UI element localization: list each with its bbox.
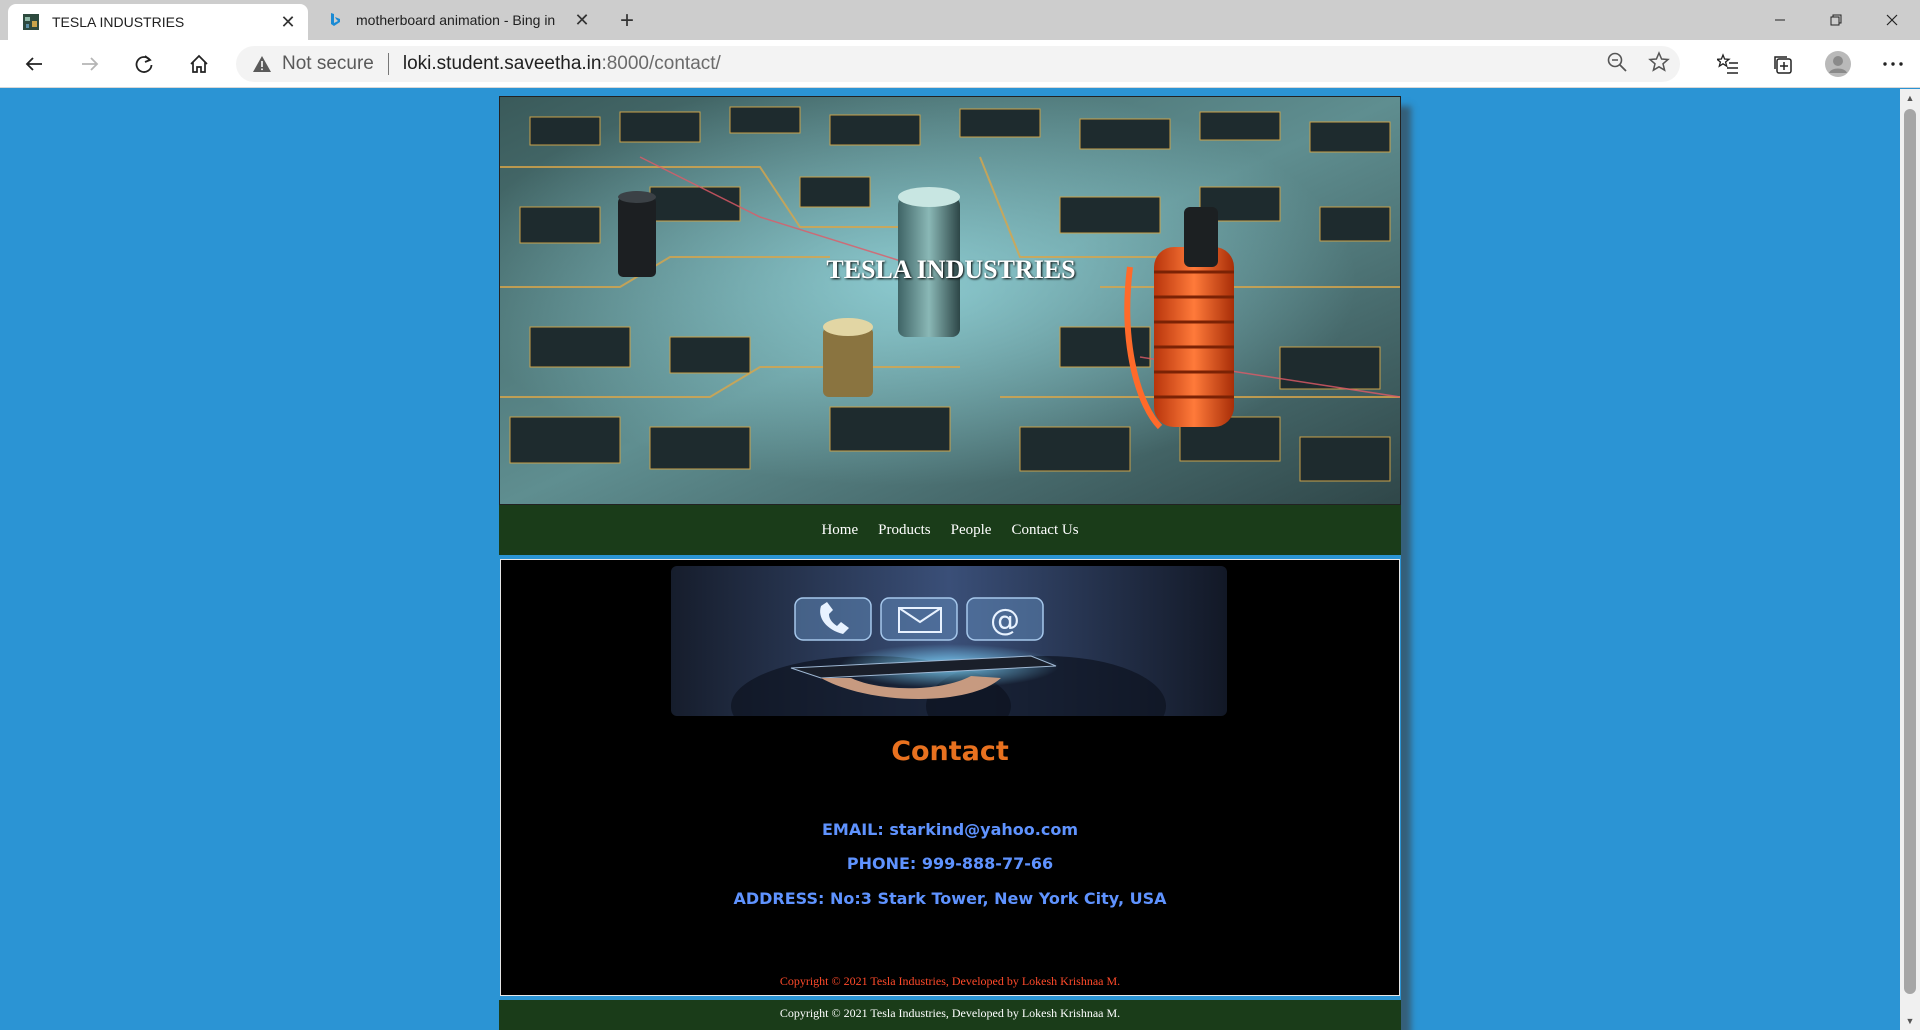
new-tab-icon[interactable]: + xyxy=(612,6,642,36)
contact-content: @ Contact EMAIL: starkind@yahoo.com PHON… xyxy=(500,559,1400,996)
email-text: EMAIL: starkind@yahoo.com xyxy=(821,820,1078,839)
toolbar-right-actions xyxy=(1700,46,1920,82)
svg-text:@: @ xyxy=(990,603,1020,638)
tab-title: motherboard animation - Bing in xyxy=(356,12,556,28)
profile-avatar-icon[interactable] xyxy=(1810,46,1865,82)
tab-bing-search[interactable]: motherboard animation - Bing in ✕ xyxy=(312,0,602,40)
main-navigation: Home Products People Contact Us xyxy=(499,505,1401,555)
tab-close-icon[interactable]: ✕ xyxy=(274,8,302,36)
vertical-scrollbar[interactable]: ▲ ▼ xyxy=(1900,89,1920,1030)
header-banner: TESLA INDUSTRIES xyxy=(499,96,1401,505)
security-label[interactable]: Not secure xyxy=(282,53,374,75)
nav-products[interactable]: Products xyxy=(878,522,931,539)
forward-icon[interactable] xyxy=(72,46,108,82)
address-bar-actions xyxy=(1606,46,1670,82)
nav-contact-us[interactable]: Contact Us xyxy=(1011,522,1078,539)
favorite-star-icon[interactable] xyxy=(1648,50,1670,78)
window-controls xyxy=(1752,0,1920,40)
collections-icon[interactable] xyxy=(1755,46,1810,82)
footer-copyright: Copyright © 2021 Tesla Industries, Devel… xyxy=(779,1006,1121,1020)
address-text: ADDRESS: No:3 Stark Tower, New York City… xyxy=(733,889,1167,908)
scrollbar-thumb[interactable] xyxy=(1904,109,1916,994)
refresh-icon[interactable] xyxy=(126,46,162,82)
browser-tab-bar: TESLA INDUSTRIES ✕ motherboard animation… xyxy=(0,0,1920,40)
address-bar[interactable]: Not secure loki.student.saveetha.in :800… xyxy=(236,46,1680,82)
tab-title: TESLA INDUSTRIES xyxy=(52,14,185,30)
site-container: TESLA INDUSTRIES Home Products People Co… xyxy=(499,96,1401,1030)
contact-image: @ xyxy=(671,566,1227,716)
contact-heading: Contact xyxy=(891,736,1009,767)
close-window-icon[interactable] xyxy=(1864,0,1920,40)
nav-people[interactable]: People xyxy=(951,522,992,539)
warning-icon[interactable] xyxy=(252,54,272,74)
bing-icon xyxy=(331,13,340,26)
inner-copyright: Copyright © 2021 Tesla Industries, Devel… xyxy=(779,974,1121,988)
phone-text: PHONE: 999-888-77-66 xyxy=(846,854,1054,873)
scroll-down-icon[interactable]: ▼ xyxy=(1900,1012,1920,1030)
motherboard-image xyxy=(500,97,1400,504)
site-footer: Copyright © 2021 Tesla Industries, Devel… xyxy=(499,1000,1401,1030)
restore-icon[interactable] xyxy=(1808,0,1864,40)
nav-home[interactable]: Home xyxy=(821,522,858,539)
url-path[interactable]: :8000/contact/ xyxy=(601,53,720,75)
minimize-icon[interactable] xyxy=(1752,0,1808,40)
tab-tesla-industries[interactable]: TESLA INDUSTRIES ✕ xyxy=(8,4,308,40)
site-title: TESLA INDUSTRIES xyxy=(826,255,1076,284)
site-favicon-icon xyxy=(23,14,39,30)
more-menu-icon[interactable] xyxy=(1865,46,1920,82)
favorites-icon[interactable] xyxy=(1700,46,1755,82)
zoom-icon[interactable] xyxy=(1606,51,1628,78)
url-host[interactable]: loki.student.saveetha.in xyxy=(403,53,602,75)
tab-close-icon[interactable]: ✕ xyxy=(568,6,596,34)
home-icon[interactable] xyxy=(181,46,217,82)
contact-icons-image: @ xyxy=(671,566,1227,716)
scroll-up-icon[interactable]: ▲ xyxy=(1900,89,1920,107)
back-icon[interactable] xyxy=(16,46,52,82)
browser-toolbar: Not secure loki.student.saveetha.in :800… xyxy=(0,40,1920,88)
address-separator xyxy=(387,53,389,75)
